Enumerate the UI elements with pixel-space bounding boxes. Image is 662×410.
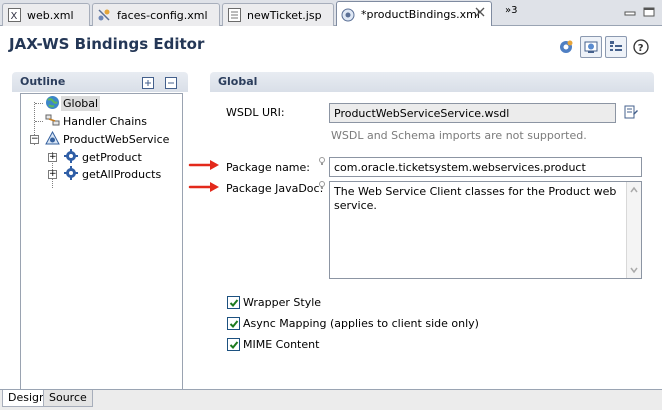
expand-all-icon[interactable] — [142, 77, 154, 89]
tab-label: faces-config.xml — [117, 8, 208, 22]
package-javadoc-label: Package JavaDoc: — [226, 182, 324, 195]
wsdl-uri-label: WSDL URI: — [226, 106, 285, 119]
tab-label: web.xml — [27, 8, 74, 22]
tree-item-productwebservice[interactable]: ProductWebService — [45, 131, 171, 147]
tree-item-label: Handler Chains — [63, 114, 147, 128]
globe-icon — [45, 95, 61, 111]
tree-item-handler-chains[interactable]: Handler Chains — [45, 113, 149, 129]
global-header: Global — [210, 72, 654, 92]
scroll-down-icon[interactable] — [629, 265, 639, 275]
faces-config-icon — [97, 8, 111, 22]
xml-file-icon: X — [7, 8, 21, 22]
operation-icon — [64, 149, 80, 165]
checkmark-icon — [227, 338, 240, 351]
hint-bulb-icon — [319, 156, 325, 165]
javadoc-text: The Web Service Client classes for the P… — [334, 185, 617, 212]
tree-item-getallproducts[interactable]: getAllProducts — [64, 166, 163, 182]
expand-node-icon[interactable]: + — [48, 170, 57, 179]
tree-item-label: getProduct — [82, 150, 142, 164]
editor-page-tabs: Design Source — [0, 389, 662, 410]
tree-item-label: Global — [61, 95, 101, 111]
checkbox-label: Async Mapping (applies to client side on… — [243, 317, 479, 330]
bindings-editor: JAX-WS Bindings Editor ? Outline Global … — [0, 26, 662, 394]
wsdl-uri-field: ProductWebServiceService.wsdl — [329, 103, 616, 123]
svg-text:?: ? — [638, 43, 644, 54]
mime-content-checkbox[interactable]: MIME Content — [227, 338, 319, 351]
svg-text:X: X — [10, 11, 17, 22]
annotation-arrow — [188, 182, 219, 192]
wsdl-hint: WSDL and Schema imports are not supporte… — [331, 129, 587, 142]
tab-label: newTicket.jsp — [247, 8, 322, 22]
package-name-label: Package name: — [226, 161, 310, 174]
tree-item-getproduct[interactable]: getProduct — [64, 149, 144, 165]
tab-newticket-jsp[interactable]: newTicket.jsp — [222, 3, 334, 26]
checkbox-label: MIME Content — [243, 338, 320, 351]
package-javadoc-textarea[interactable]: The Web Service Client classes for the P… — [329, 181, 642, 279]
javadoc-scrollbar[interactable] — [626, 182, 641, 278]
scroll-up-icon[interactable] — [629, 185, 639, 195]
minimize-icon[interactable] — [624, 7, 636, 17]
checkbox-label: Wrapper Style — [243, 296, 322, 309]
operation-icon — [64, 166, 80, 182]
tree-line — [35, 103, 43, 104]
outline-tree: Global Handler Chains − ProductWebServic… — [20, 93, 183, 394]
close-tab-icon[interactable] — [475, 7, 485, 17]
handler-chains-icon — [45, 113, 61, 129]
edit-wsdl-icon[interactable] — [624, 105, 638, 119]
web-service-icon[interactable] — [580, 36, 602, 58]
editor-title: JAX-WS Bindings Editor — [9, 35, 205, 53]
expand-node-icon[interactable]: + — [48, 153, 57, 162]
maximize-icon[interactable] — [643, 7, 655, 17]
tab-web-xml[interactable]: X web.xml — [2, 3, 90, 26]
wrapper-style-checkbox[interactable]: Wrapper Style — [227, 296, 321, 309]
tree-item-global[interactable]: Global — [45, 95, 101, 111]
async-mapping-checkbox[interactable]: Async Mapping (applies to client side on… — [227, 317, 479, 330]
editor-toolbar: ? — [552, 36, 652, 58]
tree-line — [35, 121, 43, 122]
hint-bulb-icon — [319, 180, 325, 189]
tree-item-label: ProductWebService — [63, 132, 170, 146]
tree-item-label: getAllProducts — [82, 167, 162, 181]
gear-globe-icon[interactable] — [555, 36, 577, 58]
checkmark-icon — [227, 317, 240, 330]
annotation-arrow — [188, 160, 219, 170]
service-icon — [45, 131, 61, 147]
outline-title: Outline — [20, 75, 66, 88]
editor-tab-bar: X web.xml faces-config.xml newTicket.jsp… — [0, 0, 662, 27]
collapse-node-icon[interactable]: − — [30, 135, 39, 144]
tab-faces-config[interactable]: faces-config.xml — [92, 3, 220, 26]
collapse-all-icon[interactable] — [165, 77, 177, 89]
jsp-file-icon — [227, 8, 241, 22]
global-title: Global — [218, 75, 258, 88]
tab-overflow-indicator[interactable]: »3 — [505, 5, 517, 16]
checkmark-icon — [227, 296, 240, 309]
bindings-file-icon — [341, 8, 355, 22]
help-icon[interactable]: ? — [630, 36, 652, 58]
tab-label: *productBindings.xml — [361, 8, 480, 21]
package-name-input[interactable]: com.oracle.ticketsystem.webservices.prod… — [329, 157, 642, 177]
tab-productbindings-xml[interactable]: *productBindings.xml — [336, 1, 492, 27]
tab-source[interactable]: Source — [43, 390, 93, 407]
outline-header: Outline — [12, 72, 188, 92]
outline-toggle-icon[interactable] — [605, 36, 627, 58]
